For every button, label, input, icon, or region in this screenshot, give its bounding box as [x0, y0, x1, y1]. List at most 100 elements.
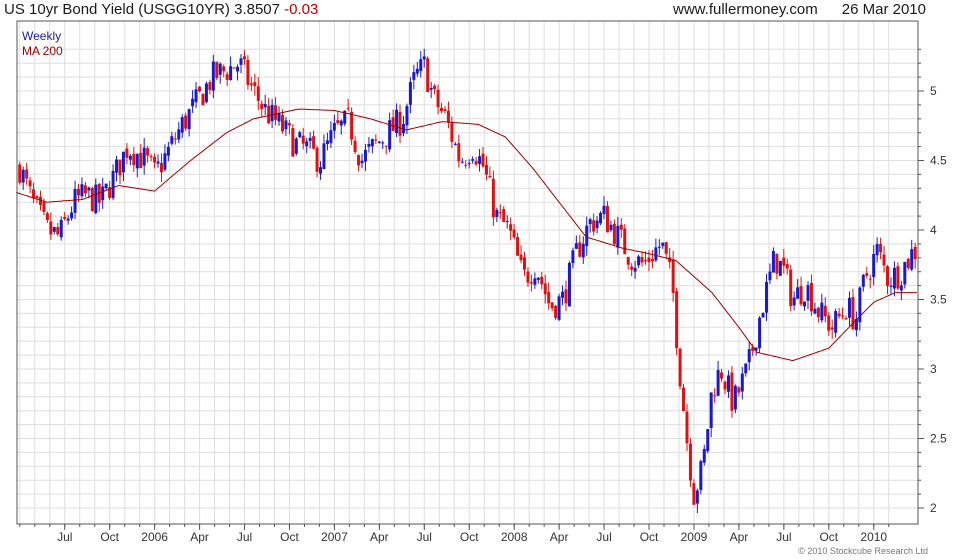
- candle-body: [796, 287, 800, 299]
- candle-body: [159, 162, 163, 173]
- candle-body: [664, 242, 668, 254]
- candle-body: [104, 183, 108, 189]
- candle-body: [66, 218, 70, 221]
- x-tick-label: Oct: [819, 530, 838, 544]
- candle-body: [422, 56, 426, 60]
- candle-body: [325, 140, 329, 144]
- candle-body: [267, 105, 271, 124]
- candle-body: [56, 227, 60, 235]
- candle-body: [464, 164, 468, 166]
- candle-body: [557, 296, 561, 320]
- candle-body: [305, 141, 309, 147]
- candle-body: [588, 219, 592, 225]
- candle-body: [173, 138, 177, 140]
- candle-body: [440, 107, 444, 112]
- candle-body: [28, 180, 32, 187]
- candle-body: [218, 63, 222, 75]
- candle-body: [63, 216, 67, 220]
- y-tick-label: 3.5: [930, 293, 947, 307]
- candle-body: [913, 246, 917, 260]
- candle-body: [841, 315, 845, 317]
- candle-body: [101, 186, 105, 201]
- candle-body: [654, 247, 658, 261]
- candle-body: [609, 224, 613, 231]
- candle-body: [163, 153, 167, 170]
- candle-body: [847, 297, 851, 318]
- candle-body: [803, 301, 807, 307]
- candle-body: [360, 160, 364, 164]
- candle-body: [761, 313, 765, 318]
- candle-body: [284, 120, 288, 130]
- candle-body: [363, 149, 367, 162]
- candle-body: [692, 483, 696, 505]
- candle-body: [516, 236, 520, 256]
- candle-body: [211, 61, 215, 91]
- candle-body: [336, 120, 340, 124]
- candle-body: [443, 109, 447, 112]
- x-tick-label: Apr: [370, 530, 389, 544]
- candle-body: [723, 381, 727, 390]
- candle-body: [547, 291, 551, 304]
- candle-body: [733, 385, 737, 410]
- candle-body: [453, 144, 457, 146]
- x-tick-label: Jul: [776, 530, 791, 544]
- candle-body: [301, 135, 305, 144]
- candle-body: [823, 305, 827, 317]
- candle-body: [45, 213, 49, 221]
- x-tick-label: Jul: [237, 530, 252, 544]
- candle-body: [87, 187, 91, 191]
- candle-body: [512, 229, 516, 238]
- y-axis: 2 2.5 3 3.5 4 4.5 5: [918, 48, 947, 515]
- candle-body: [156, 161, 160, 164]
- x-tick-label: Apr: [190, 530, 209, 544]
- candle-body: [702, 448, 706, 463]
- candle-body: [353, 140, 357, 153]
- candle-body: [287, 123, 291, 126]
- candle-body: [650, 259, 654, 262]
- x-tick-label: Oct: [280, 530, 299, 544]
- candle-body: [505, 221, 509, 223]
- candle-body: [229, 66, 233, 81]
- candle-body: [18, 164, 22, 183]
- candle-body: [191, 98, 195, 107]
- candle-body: [208, 82, 212, 90]
- candle-body: [260, 103, 264, 109]
- candle-body: [77, 188, 81, 196]
- candle-body: [806, 285, 810, 301]
- candle-body: [782, 257, 786, 266]
- x-tick-label: Jul: [417, 530, 432, 544]
- candle-body: [274, 105, 278, 120]
- candlestick-chart: 2 2.5 3 3.5 4 4.5 5 Jul Oct 2006 Apr Jul Oct 2007 Apr…: [16, 20, 947, 544]
- candle-body: [236, 66, 240, 72]
- candle-body: [308, 137, 312, 142]
- candle-body: [554, 305, 558, 318]
- candle-body: [429, 87, 433, 90]
- candle-body: [661, 242, 665, 246]
- candle-body: [816, 307, 820, 317]
- candle-body: [460, 161, 464, 163]
- candle-body: [550, 302, 554, 309]
- candle-body: [861, 274, 865, 287]
- candle-body: [758, 317, 762, 349]
- candle-body: [198, 86, 202, 92]
- candle-body: [872, 253, 876, 278]
- candle-body: [436, 89, 440, 108]
- candle-body: [502, 209, 506, 222]
- candle-body: [526, 271, 530, 283]
- candle-body: [280, 115, 284, 132]
- candle-body: [184, 115, 188, 129]
- candle-body: [657, 246, 661, 248]
- candle-body: [682, 387, 686, 412]
- candle-body: [809, 282, 813, 312]
- candle-body: [384, 145, 388, 147]
- candle-body: [70, 212, 74, 219]
- candle-body: [699, 461, 703, 491]
- x-tick-label: Oct: [460, 530, 479, 544]
- candle-body: [135, 154, 139, 169]
- candle-body: [765, 281, 769, 313]
- candle-body: [644, 259, 648, 261]
- candle-body: [529, 282, 533, 284]
- candle-body: [675, 291, 679, 349]
- legend-ma: MA 200: [22, 44, 63, 58]
- candle-body: [633, 267, 637, 272]
